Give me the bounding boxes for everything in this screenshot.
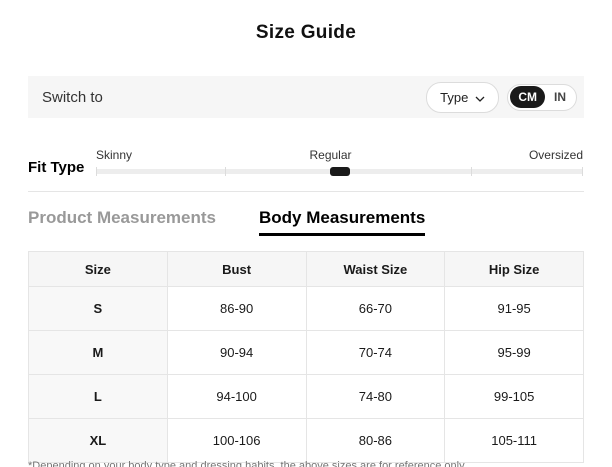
size-table: Size Bust Waist Size Hip Size S 86-90 66… (28, 251, 584, 463)
cell-waist: 74-80 (306, 375, 445, 419)
table-row: S 86-90 66-70 91-95 (29, 287, 584, 331)
tab-product-measurements[interactable]: Product Measurements (28, 208, 216, 236)
cell-hip: 99-105 (445, 375, 584, 419)
unit-option-cm[interactable]: CM (510, 86, 545, 108)
switch-to-label: Switch to (42, 89, 103, 106)
cell-waist: 80-86 (306, 419, 445, 463)
table-row: M 90-94 70-74 95-99 (29, 331, 584, 375)
fit-type-slider: Skinny Regular Oversized (96, 148, 583, 174)
fit-option-oversized[interactable]: Oversized (529, 148, 583, 162)
slider-tick (225, 167, 226, 176)
cell-size: L (29, 375, 168, 419)
switch-bar: Switch to Type CM IN (28, 76, 584, 118)
cell-hip: 95-99 (445, 331, 584, 375)
column-header-waist: Waist Size (306, 252, 445, 287)
unit-option-in[interactable]: IN (546, 86, 574, 108)
cell-bust: 100-106 (167, 419, 306, 463)
slider-tick (96, 167, 97, 176)
cell-bust: 90-94 (167, 331, 306, 375)
cell-hip: 91-95 (445, 287, 584, 331)
switch-controls: Type CM IN (426, 82, 577, 113)
cell-hip: 105-111 (445, 419, 584, 463)
cell-waist: 70-74 (306, 331, 445, 375)
cell-bust: 86-90 (167, 287, 306, 331)
type-dropdown-label: Type (440, 90, 468, 105)
measurement-tabs: Product Measurements Body Measurements (28, 208, 425, 236)
column-header-bust: Bust (167, 252, 306, 287)
type-dropdown-button[interactable]: Type (426, 82, 499, 113)
cell-bust: 94-100 (167, 375, 306, 419)
slider-tick (471, 167, 472, 176)
chevron-down-icon (475, 90, 485, 105)
fit-type-slider-track[interactable] (96, 169, 583, 174)
cell-size: M (29, 331, 168, 375)
table-header-row: Size Bust Waist Size Hip Size (29, 252, 584, 287)
column-header-size: Size (29, 252, 168, 287)
size-guide-modal: Size Guide Switch to Type CM IN Fit Type… (0, 0, 612, 467)
cell-size: XL (29, 419, 168, 463)
unit-toggle: CM IN (507, 84, 577, 111)
fit-type-label: Fit Type (28, 159, 84, 176)
size-chart-footnote: *Depending on your body type and dressin… (28, 460, 598, 467)
table-row: XL 100-106 80-86 105-111 (29, 419, 584, 463)
fit-type-options: Skinny Regular Oversized (96, 148, 583, 162)
cell-waist: 66-70 (306, 287, 445, 331)
tab-body-measurements[interactable]: Body Measurements (259, 208, 425, 236)
page-title: Size Guide (0, 22, 612, 44)
fit-type-slider-thumb[interactable] (330, 167, 350, 176)
table-row: L 94-100 74-80 99-105 (29, 375, 584, 419)
cell-size: S (29, 287, 168, 331)
slider-tick (582, 167, 583, 176)
fit-option-regular[interactable]: Regular (309, 148, 351, 162)
column-header-hip: Hip Size (445, 252, 584, 287)
section-divider (28, 191, 584, 192)
fit-option-skinny[interactable]: Skinny (96, 148, 132, 162)
